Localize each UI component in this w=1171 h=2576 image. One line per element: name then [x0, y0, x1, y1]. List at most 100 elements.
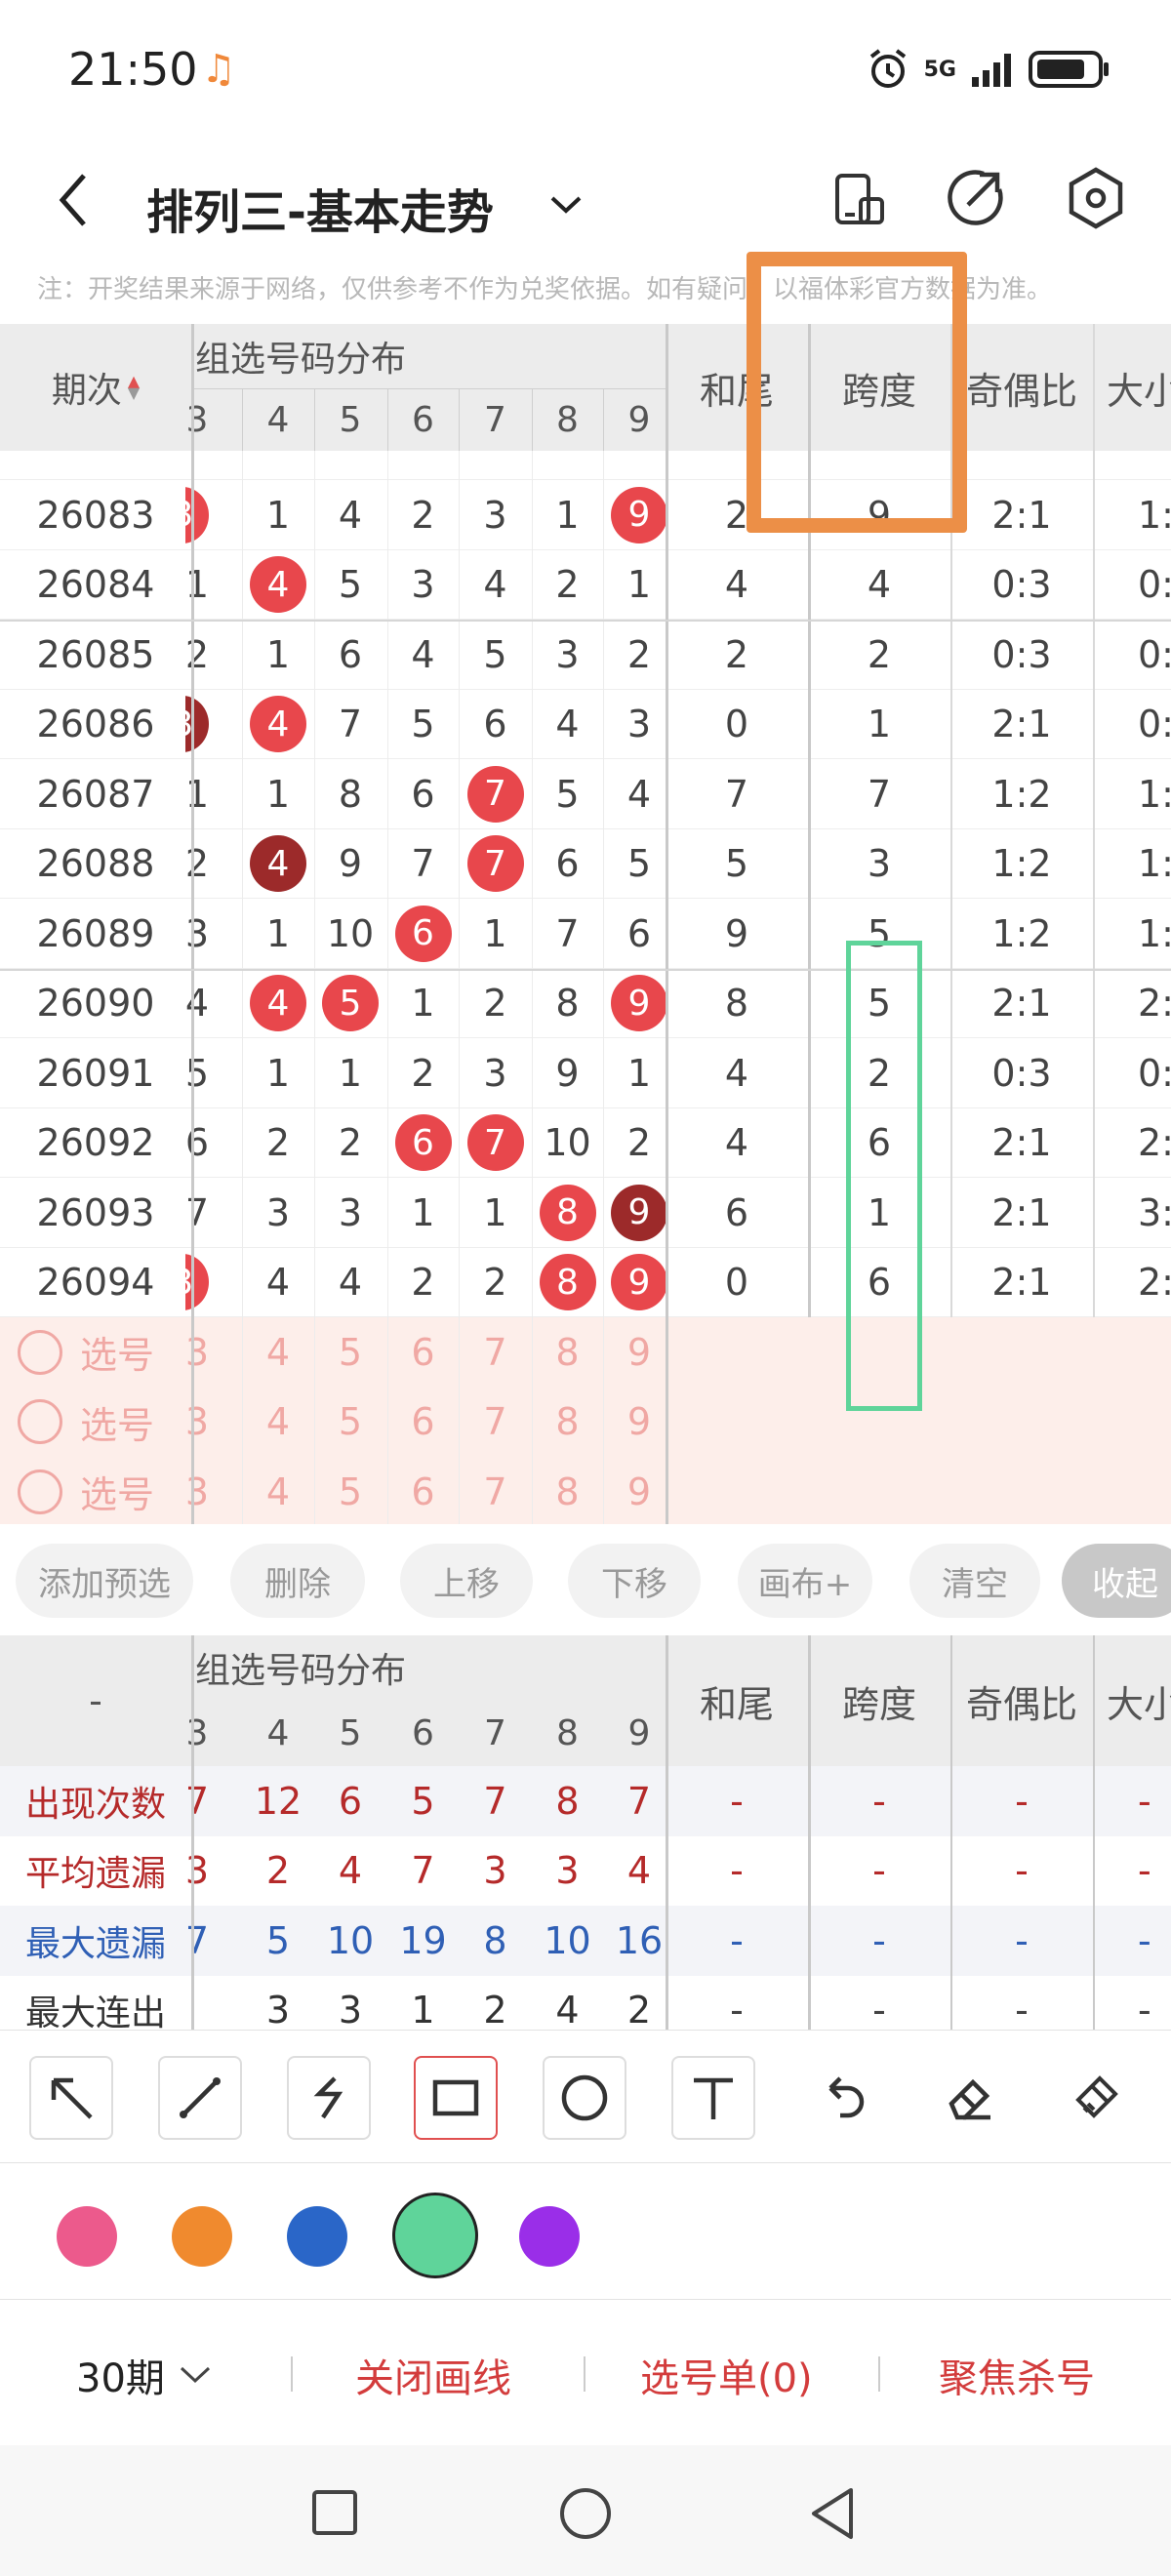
select-digit[interactable]: 4 — [242, 1457, 314, 1524]
color-swatch-green-selected[interactable] — [392, 2193, 478, 2278]
digit-value: 10 — [544, 1121, 591, 1165]
select-digit[interactable]: 9 — [603, 1317, 675, 1388]
period-selector[interactable]: 30期 — [76, 2347, 212, 2403]
digit-cell: 4 — [532, 690, 603, 760]
radio-circle-icon[interactable] — [18, 1329, 62, 1375]
delete-button[interactable]: 删除 — [230, 1544, 365, 1618]
canvas-plus-button[interactable]: 画布+ — [738, 1544, 872, 1618]
daxiao-value: 0: — [1138, 1051, 1171, 1095]
app-screen: 21:50 ♫ 5G 排列三-基本走势 注：开奖结果来源于网络，仅供参考不作为兑… — [0, 0, 1171, 2576]
divider — [878, 2356, 880, 2392]
select-digit[interactable]: 3 — [185, 1457, 209, 1524]
jiou-value: 0:3 — [991, 632, 1052, 676]
number-ball: 6 — [394, 1114, 452, 1172]
select-digit[interactable]: 8 — [532, 1457, 603, 1524]
stats-value: 3 — [185, 1849, 209, 1893]
digit-cell: 6 — [459, 690, 532, 760]
select-digit[interactable]: 5 — [314, 1457, 386, 1524]
select-digit[interactable]: 5 — [314, 1388, 386, 1458]
divider — [584, 2356, 586, 2392]
stats-dash: - — [872, 1849, 886, 1893]
digit-value: 2 — [626, 1121, 652, 1165]
color-swatch-blue[interactable] — [287, 2206, 347, 2267]
stats-row: 最大连出 3 3 1 2 4 2 - - - - — [0, 1975, 1171, 2030]
digit-value: 2 — [411, 1261, 435, 1305]
select-digit[interactable]: 9 — [603, 1388, 675, 1458]
text-icon[interactable] — [671, 2056, 755, 2140]
stats-dash: - — [872, 1989, 886, 2030]
select-digit[interactable]: 7 — [459, 1457, 532, 1524]
recent-apps-icon[interactable] — [310, 2488, 359, 2537]
selection-list-button[interactable]: 选号单(0) — [640, 2347, 813, 2403]
select-row[interactable]: 选号 3 4 5 6 7 8 9 — [0, 1387, 1171, 1458]
move-down-button[interactable]: 下移 — [568, 1544, 701, 1618]
home-icon[interactable] — [558, 2486, 613, 2541]
digit-value: 3 — [483, 1051, 507, 1095]
settings-icon[interactable] — [1064, 166, 1128, 230]
digit-cell: 7 — [459, 829, 532, 900]
collapse-button[interactable]: 收起 — [1062, 1544, 1171, 1618]
chevron-down-icon — [180, 2366, 210, 2384]
drawn-rectangle-orange[interactable] — [747, 252, 967, 533]
number-ball: 5 — [322, 975, 379, 1032]
share-icon[interactable] — [945, 168, 1005, 228]
select-digit[interactable]: 8 — [532, 1388, 603, 1458]
select-number-option[interactable]: 选号 — [18, 1388, 193, 1458]
col-header-issue[interactable]: 期次 ▲ ▼ — [0, 324, 191, 451]
digit-value: 9 — [555, 1051, 580, 1095]
select-number-option[interactable]: 选号 — [18, 1317, 193, 1388]
select-number-option[interactable]: 选号 — [18, 1457, 193, 1524]
grid-line — [666, 1635, 668, 2030]
color-swatch-pink[interactable] — [57, 2206, 117, 2267]
back-icon[interactable] — [808, 2486, 857, 2541]
select-digit[interactable]: 4 — [242, 1388, 314, 1458]
drawn-rectangle-green[interactable] — [846, 941, 922, 1411]
col-header-jiou[interactable]: 奇偶比 — [950, 324, 1093, 451]
digit-value: 1 — [185, 772, 209, 816]
select-row[interactable]: 选号 3 4 5 6 7 8 9 — [0, 1317, 1171, 1388]
close-drawing-button[interactable]: 关闭画线 — [355, 2347, 511, 2403]
select-digit[interactable]: 6 — [387, 1457, 459, 1524]
digit-cell: 3 — [185, 1248, 209, 1318]
select-digit[interactable]: 7 — [459, 1388, 532, 1458]
select-digit[interactable]: 8 — [532, 1317, 603, 1388]
add-preselect-button[interactable]: 添加预选 — [16, 1544, 193, 1618]
line-icon[interactable] — [158, 2056, 242, 2140]
stats-digit-header: 4 — [266, 1712, 290, 1753]
select-digit[interactable]: 9 — [603, 1457, 675, 1524]
select-digit[interactable]: 3 — [185, 1388, 209, 1458]
digit-value: 2 — [265, 1121, 291, 1165]
select-digit[interactable]: 5 — [314, 1317, 386, 1388]
rectangle-icon[interactable] — [414, 2056, 498, 2140]
color-swatch-orange[interactable] — [172, 2206, 232, 2267]
move-up-button[interactable]: 上移 — [400, 1544, 533, 1618]
color-swatch-purple[interactable] — [519, 2206, 580, 2267]
select-digit[interactable]: 4 — [242, 1317, 314, 1388]
circle-icon[interactable] — [543, 2056, 626, 2140]
rotate-screen-icon[interactable] — [831, 166, 886, 232]
digit-cell: 6 — [185, 1108, 209, 1179]
select-row[interactable]: 选号 3 4 5 6 7 8 9 — [0, 1457, 1171, 1524]
digit-value: 3 — [338, 1190, 363, 1234]
issue-number: 26086 — [36, 703, 155, 746]
digit-value: 5 — [338, 563, 363, 607]
eraser-icon[interactable] — [927, 2056, 1011, 2140]
radio-circle-icon[interactable] — [18, 1399, 62, 1445]
col-header-daxiao[interactable]: 大小 — [1093, 324, 1171, 451]
chevron-down-icon[interactable] — [548, 193, 584, 217]
arrow-icon[interactable] — [29, 2056, 113, 2140]
digit-cell: 1 — [603, 1038, 675, 1108]
select-digit[interactable]: 3 — [185, 1317, 209, 1388]
select-digit[interactable]: 7 — [459, 1317, 532, 1388]
select-digit[interactable]: 6 — [387, 1317, 459, 1388]
focus-kill-button[interactable]: 聚焦杀号 — [939, 2347, 1095, 2403]
freehand-icon[interactable] — [287, 2056, 371, 2140]
select-digit[interactable]: 6 — [387, 1388, 459, 1458]
radio-circle-icon[interactable] — [18, 1469, 62, 1514]
digit-cell: 1 — [459, 899, 532, 969]
number-ball: 8 — [539, 1184, 596, 1241]
back-arrow-icon[interactable] — [55, 172, 94, 228]
clear-brush-icon[interactable] — [1054, 2056, 1138, 2140]
undo-icon[interactable] — [800, 2056, 884, 2140]
clear-button[interactable]: 清空 — [909, 1544, 1040, 1618]
